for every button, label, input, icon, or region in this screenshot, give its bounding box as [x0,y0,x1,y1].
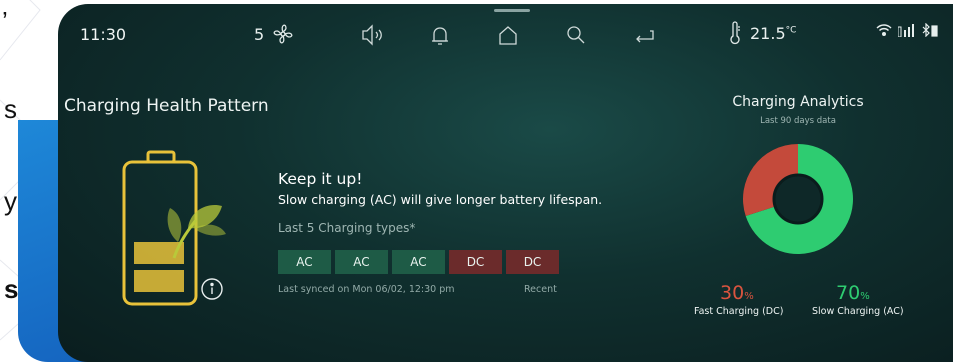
home-icon[interactable] [494,21,522,49]
message-headline: Keep it up! [278,170,363,188]
charging-type-chip: AC [392,250,445,274]
temperature-value: 21.5 [750,23,786,43]
charging-type-chips: AC AC AC DC DC [278,250,559,274]
slow-charging-unit: % [860,291,870,302]
volume-icon[interactable] [358,21,386,49]
side-text-3: y [4,186,17,216]
charging-type-chip: DC [449,250,502,274]
signal-icon [898,24,914,37]
wifi-icon [876,24,892,36]
fan-speed-value: 5 [254,24,265,44]
slow-charging-label: Slow Charging (AC) [812,306,904,317]
bluetooth-battery-icon [922,23,938,37]
message-body: Slow charging (AC) will give longer batt… [278,192,603,207]
status-bar: 11:30 5 21.5°C [58,4,953,64]
side-text-1: ’ [2,6,8,36]
side-text-4: s [4,274,19,304]
fast-charging-unit: % [744,291,754,302]
fan-control[interactable]: 5 [254,21,296,47]
analytics-subtitle: Last 90 days data [760,116,836,126]
charging-type-chip: AC [278,250,331,274]
clock: 11:30 [80,25,127,44]
charging-donut-chart [743,144,853,254]
charging-type-chip: DC [506,250,559,274]
bell-icon[interactable] [426,21,454,49]
side-text-2: s [4,94,17,124]
back-icon[interactable] [630,21,658,49]
fan-icon [273,24,293,44]
thermometer-icon [730,21,740,45]
fast-charging-value: 30 [720,282,745,304]
fast-charging-label: Fast Charging (DC) [694,306,784,317]
analytics-title: Charging Analytics [732,94,864,110]
slow-charging-value: 70 [836,282,861,304]
slow-charging-percent: 70% [836,282,870,304]
charging-type-chip: AC [335,250,388,274]
cabin-temperature[interactable]: 21.5°C [728,21,796,45]
battery-leaf-illustration [122,150,226,306]
last-charging-types-label: Last 5 Charging types* [278,221,416,235]
info-icon[interactable] [200,277,224,301]
fast-charging-percent: 30% [720,282,754,304]
charging-message: Keep it up! Slow charging (AC) will give… [278,170,602,235]
search-icon[interactable] [562,21,590,49]
connectivity-status [876,23,938,37]
recent-label: Recent [524,284,557,295]
page-title: Charging Health Pattern [64,96,269,116]
temperature-unit: °C [785,25,797,36]
last-synced-text: Last synced on Mon 06/02, 12:30 pm [278,284,455,295]
infotainment-screen: 11:30 5 21.5°C Charging Health Pattern K… [58,4,953,362]
